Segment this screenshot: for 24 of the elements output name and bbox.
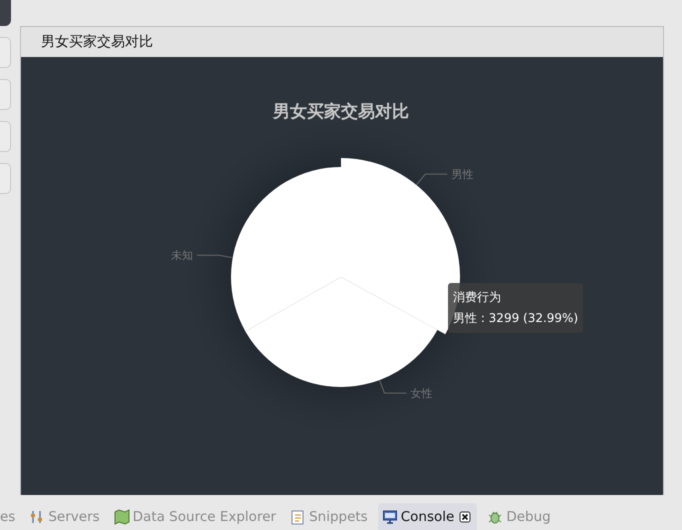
close-icon[interactable] bbox=[457, 508, 474, 524]
view-tab[interactable]: Data Source Explorer bbox=[110, 503, 280, 530]
map-icon bbox=[114, 508, 130, 524]
side-tab[interactable] bbox=[0, 163, 11, 194]
slice-label: 未知 bbox=[170, 249, 193, 262]
leader-line bbox=[416, 174, 448, 186]
view-tab[interactable]: Debug bbox=[483, 503, 555, 530]
side-button[interactable] bbox=[0, 0, 11, 26]
document-icon bbox=[290, 508, 306, 524]
view-tab[interactable]: Snippets bbox=[286, 503, 372, 530]
view-tab[interactable]: Servers bbox=[25, 503, 104, 530]
view-tab[interactable]: es bbox=[0, 503, 20, 530]
slice-label: 男性 bbox=[451, 168, 474, 182]
side-tab[interactable] bbox=[0, 79, 11, 110]
tooltip: 消费行为 男性 : 3299 (32.99%) bbox=[448, 283, 584, 333]
leader-line bbox=[379, 380, 407, 394]
chart-title: 男女买家交易对比 bbox=[273, 102, 409, 122]
monitor-icon bbox=[382, 508, 398, 524]
side-tab[interactable] bbox=[0, 121, 11, 152]
view-tab[interactable]: Console bbox=[378, 503, 478, 530]
leader-line bbox=[196, 254, 234, 258]
side-tab[interactable] bbox=[0, 37, 11, 68]
panel-title: 男女买家交易对比 bbox=[41, 33, 153, 51]
slice-label: 女性 bbox=[410, 387, 432, 400]
